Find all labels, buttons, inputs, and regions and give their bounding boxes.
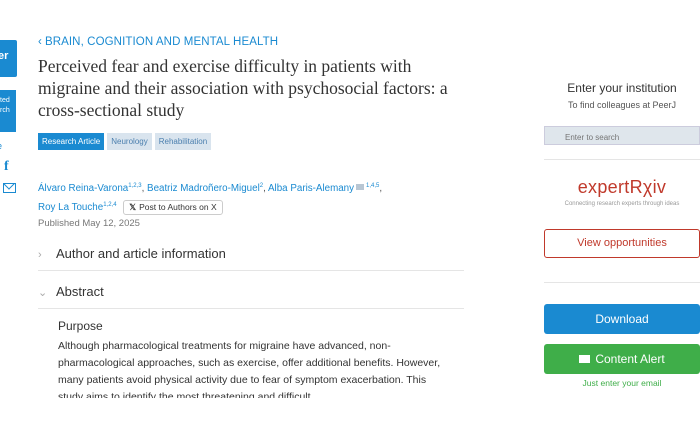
author-affiliation: 1,2,3: [128, 183, 142, 189]
facebook-icon[interactable]: f: [4, 159, 9, 175]
published-date: Published May 12, 2025: [38, 218, 140, 229]
submit-line-2: rch: [0, 107, 10, 114]
abstract-toggle[interactable]: ⌄ Abstract: [38, 284, 464, 299]
author-link[interactable]: Álvaro Reina-Varona: [38, 183, 128, 194]
x-logo-icon: 𝕏: [129, 202, 137, 212]
author-list: Álvaro Reina-Varona1,2,3, Beatriz Madroñ…: [38, 183, 383, 215]
expertrxiv-logo[interactable]: expertRχiv: [544, 177, 700, 198]
author-affiliation: 1,4,5: [366, 183, 380, 189]
article-tags: Research Article Neurology Rehabilitatio…: [38, 133, 212, 150]
breadcrumb[interactable]: ‹ BRAIN, COGNITION AND MENTAL HEALTH: [38, 36, 278, 48]
logo-text: er: [0, 50, 9, 62]
author-link[interactable]: Roy La Touche: [38, 202, 103, 213]
email-icon[interactable]: [356, 184, 365, 190]
expertrxiv-tagline: Connecting research experts through idea…: [564, 201, 680, 207]
page-fold: [0, 398, 700, 441]
divider: [544, 282, 700, 283]
author-link[interactable]: Beatriz Madroñero-Miguel: [147, 183, 260, 194]
content-alert-button[interactable]: Content Alert: [544, 344, 700, 374]
download-button[interactable]: Download: [544, 304, 700, 334]
article-title: Perceived fear and exercise difficulty i…: [38, 56, 448, 120]
author-info-toggle[interactable]: › Author and article information: [38, 246, 464, 261]
divider: [544, 159, 700, 160]
tag-rehabilitation[interactable]: Rehabilitation: [154, 133, 212, 150]
institution-search-input[interactable]: [544, 126, 700, 145]
chevron-left-icon: ‹: [38, 36, 42, 48]
content-alert-label: Content Alert: [595, 352, 665, 366]
abstract-label: Abstract: [56, 284, 104, 299]
post-to-authors-button[interactable]: 𝕏 Post to Authors on X: [123, 200, 223, 215]
institution-title: Enter your institution: [567, 81, 677, 95]
post-to-authors-label: Post to Authors on X: [139, 202, 217, 212]
breadcrumb-label: BRAIN, COGNITION AND MENTAL HEALTH: [44, 36, 279, 48]
envelope-icon: [579, 355, 591, 363]
view-opportunities-button[interactable]: View opportunities: [544, 229, 700, 258]
chevron-right-icon: ›: [38, 249, 42, 261]
author-info-label: Author and article information: [56, 246, 226, 261]
abstract-text: Although pharmacological treatments for …: [58, 340, 441, 398]
tag-neurology[interactable]: Neurology: [107, 133, 152, 150]
chevron-down-icon: ⌄: [38, 287, 48, 299]
share-label: re: [0, 141, 2, 151]
divider: [38, 308, 464, 309]
divider: [38, 270, 464, 271]
email-share-icon[interactable]: [3, 183, 16, 193]
alert-hint: Just enter your email: [582, 378, 662, 388]
institution-subtitle: To find colleagues at PeerJ: [567, 100, 677, 110]
author-affiliation: 1,2,4: [103, 202, 117, 208]
peerj-logo[interactable]: er: [0, 40, 17, 77]
submit-line-1: ted: [0, 97, 10, 104]
purpose-heading: Purpose: [58, 319, 103, 333]
submit-research-button[interactable]: ted rch: [0, 90, 16, 132]
tag-research-article[interactable]: Research Article: [38, 133, 105, 150]
author-link[interactable]: Alba Paris-Alemany: [268, 183, 354, 194]
